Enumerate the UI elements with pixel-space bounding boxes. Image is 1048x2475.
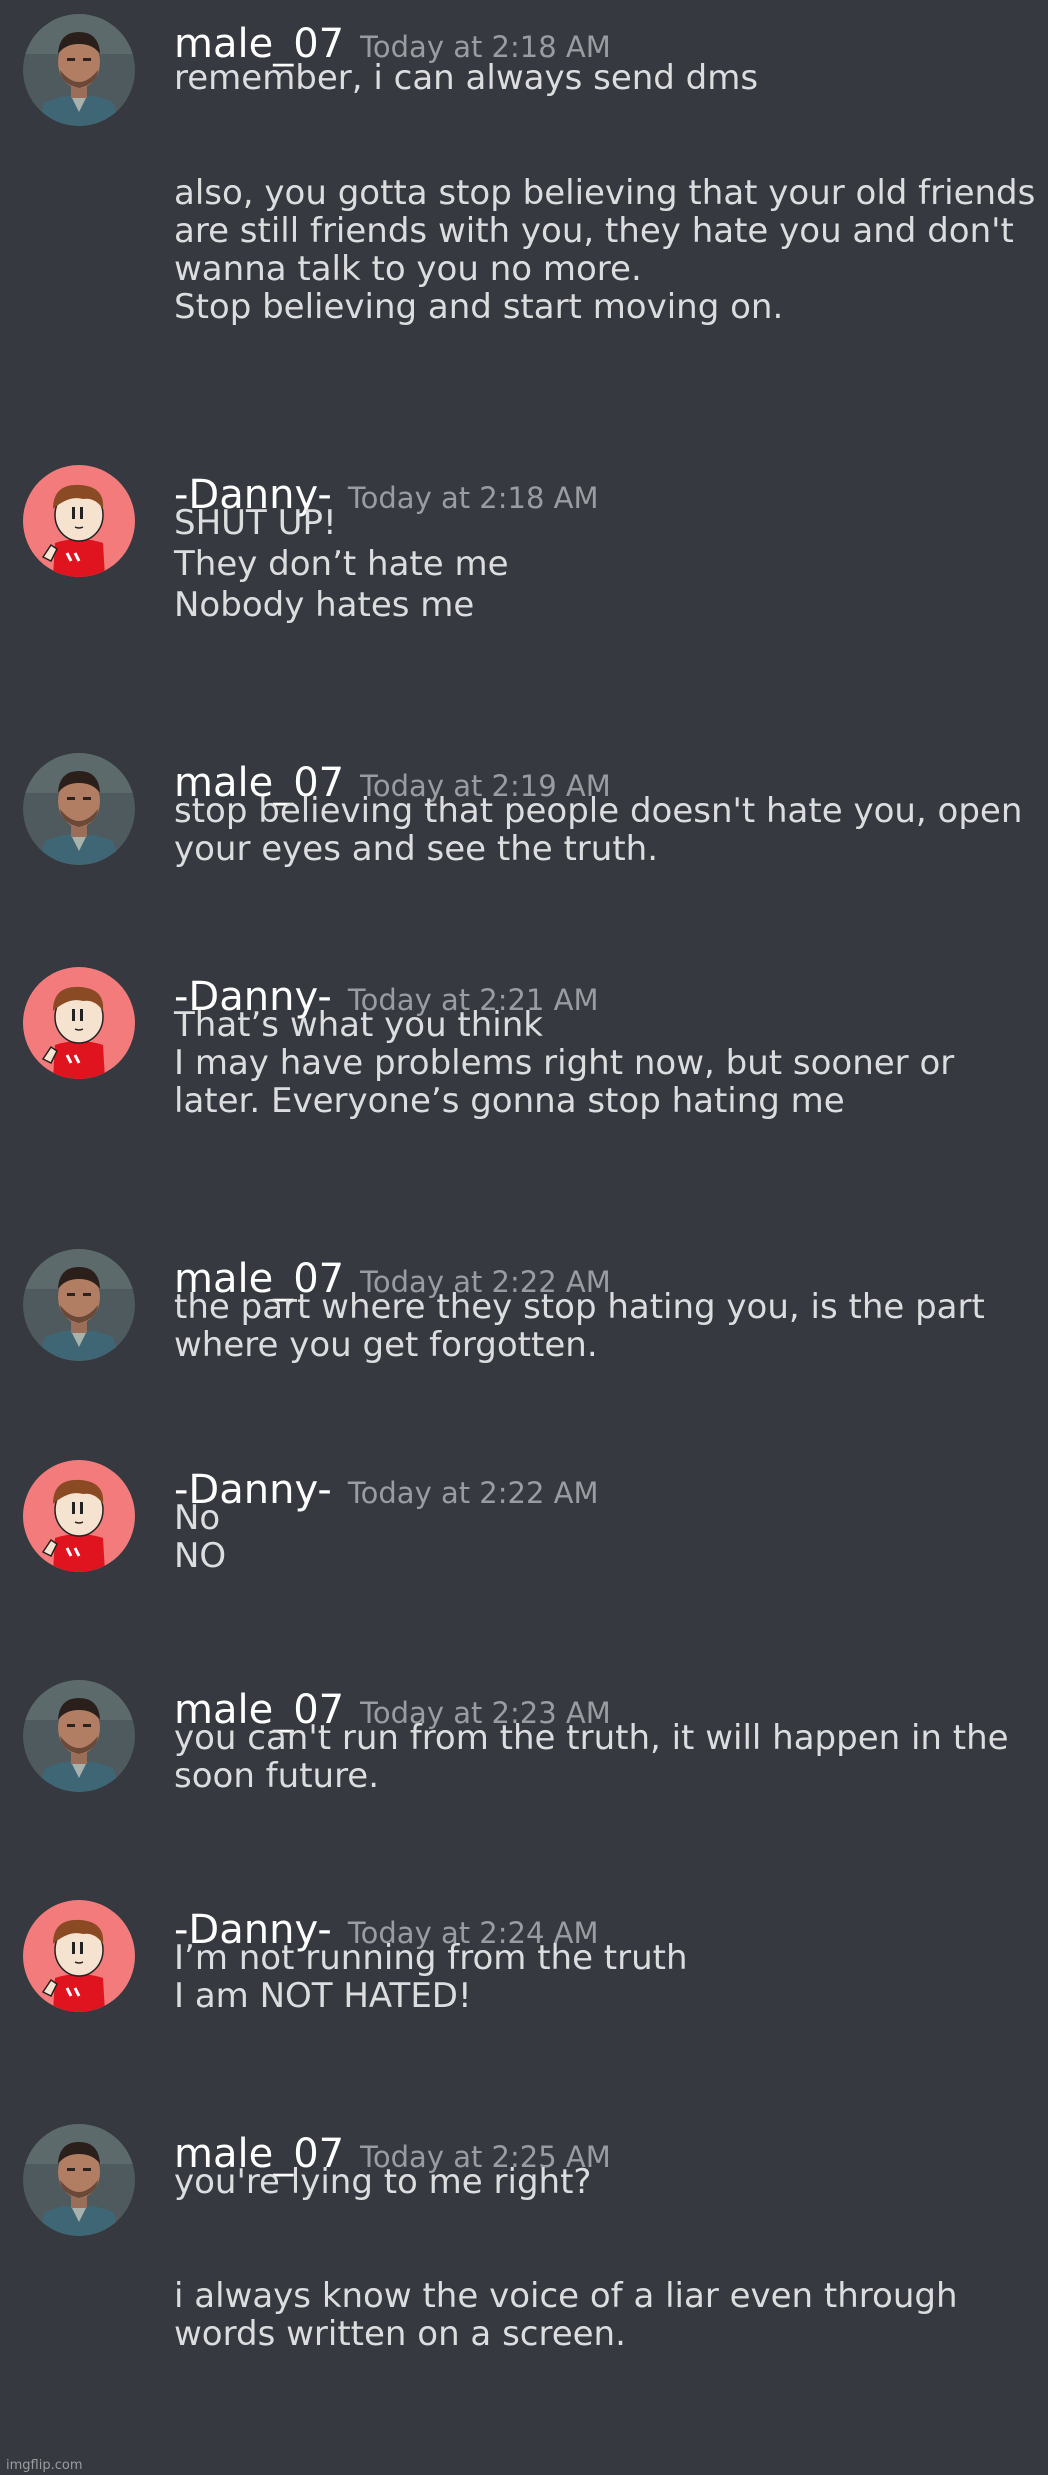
- danny-avatar[interactable]: [23, 967, 135, 1079]
- imgflip-watermark: imgflip.com: [6, 2458, 83, 2473]
- male07-face-avatar: [23, 1249, 135, 1361]
- message-text: your eyes and see the truth.: [174, 829, 659, 869]
- danny-cartoon-avatar: [23, 1460, 135, 1572]
- male07-face-avatar: [23, 1680, 135, 1792]
- timestamp: Today at 2:22 AM: [347, 1476, 599, 1510]
- danny-cartoon-avatar: [23, 465, 135, 577]
- message-text: remember, i can always send dms: [174, 58, 759, 98]
- danny-cartoon-avatar: [23, 967, 135, 1079]
- danny-cartoon-avatar: [23, 1900, 135, 2012]
- message-text: where you get forgotten.: [174, 1325, 598, 1365]
- danny-avatar[interactable]: [23, 465, 135, 577]
- male07-avatar[interactable]: [23, 753, 135, 865]
- timestamp: Today at 2:18 AM: [347, 481, 599, 515]
- male07-face-avatar: [23, 753, 135, 865]
- message-text: soon future.: [174, 1756, 380, 1796]
- message-text: NO: [174, 1536, 227, 1576]
- message-text: words written on a screen.: [174, 2314, 626, 2354]
- male07-avatar[interactable]: [23, 14, 135, 126]
- danny-avatar[interactable]: [23, 1460, 135, 1572]
- message-text: Stop believing and start moving on.: [174, 287, 784, 327]
- male07-face-avatar: [23, 14, 135, 126]
- male07-face-avatar: [23, 2124, 135, 2236]
- danny-avatar[interactable]: [23, 1900, 135, 2012]
- male07-avatar[interactable]: [23, 1680, 135, 1792]
- message-text: you're lying to me right?: [174, 2162, 592, 2202]
- male07-avatar[interactable]: [23, 1249, 135, 1361]
- message-text: I am NOT HATED!: [174, 1976, 472, 2016]
- message-text: later. Everyone’s gonna stop hating me: [174, 1081, 845, 1121]
- message-text: Nobody hates me: [174, 585, 475, 625]
- message-header: -Danny- Today at 2:22 AM: [174, 1460, 599, 1520]
- male07-avatar[interactable]: [23, 2124, 135, 2236]
